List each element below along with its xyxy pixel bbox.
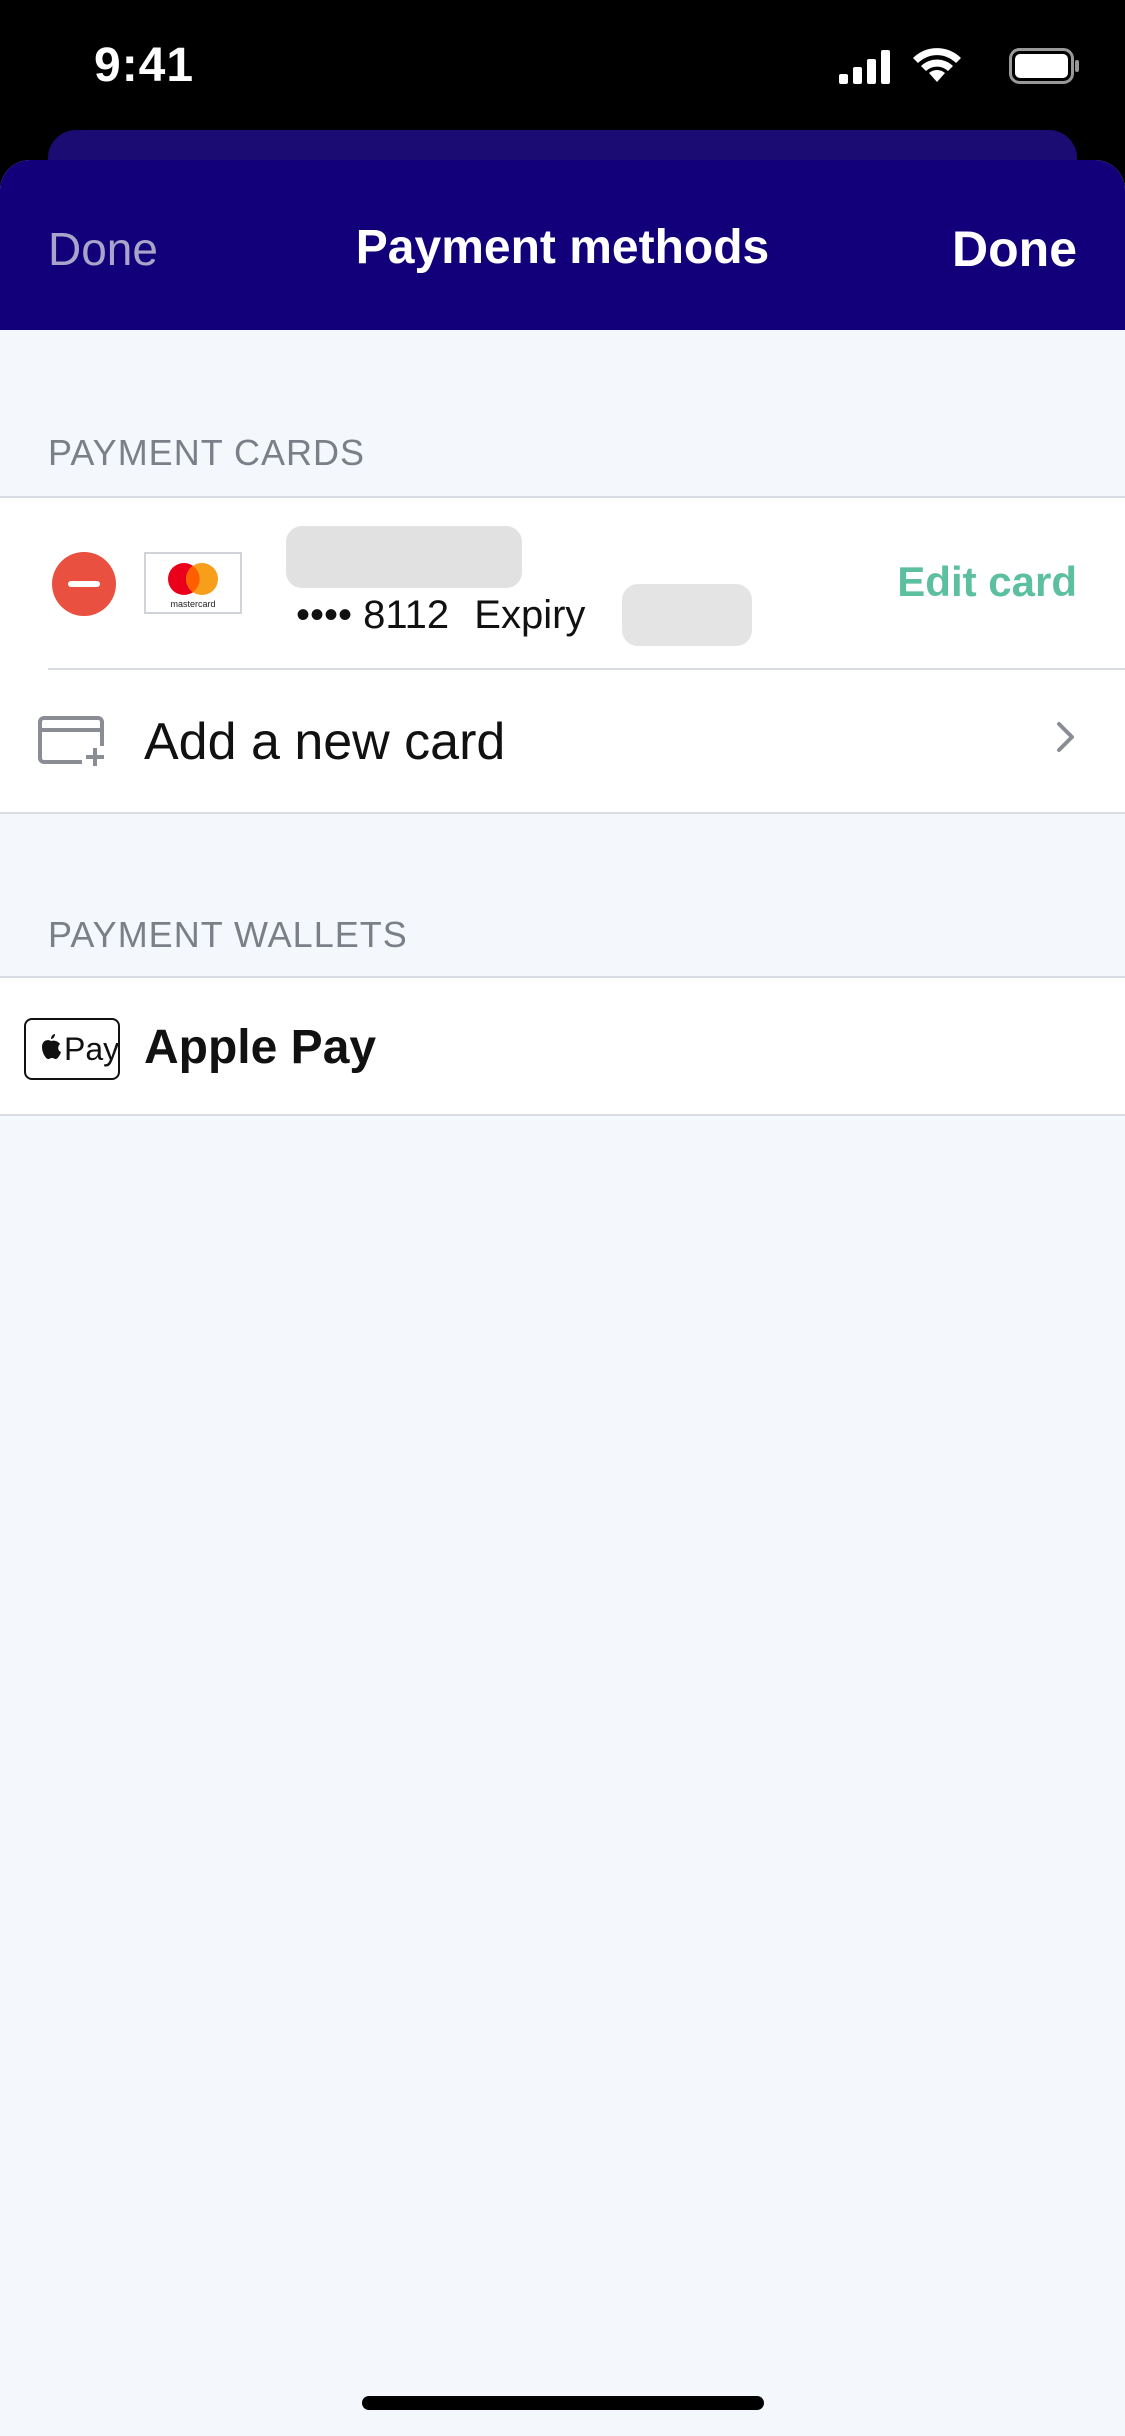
- mastercard-wordmark: mastercard: [170, 599, 215, 609]
- apple-pay-badge-text: Pay: [64, 1031, 120, 1067]
- battery-icon: [1009, 48, 1079, 84]
- add-new-card-label: Add a new card: [144, 713, 506, 771]
- home-indicator[interactable]: [362, 2396, 764, 2410]
- card-number: •••• 8112: [296, 593, 450, 637]
- mastercard-logo-icon: mastercard: [144, 552, 242, 614]
- expiry-label: Expiry: [474, 593, 586, 637]
- chevron-right-icon: [1057, 722, 1074, 752]
- add-new-card-row[interactable]: Add a new card: [0, 668, 1125, 810]
- remove-card-button[interactable]: [52, 552, 116, 616]
- payment-methods-sheet: Done Payment methods Done PAYMENT CARDS …: [0, 160, 1125, 2436]
- status-icons: [781, 46, 1081, 94]
- card-number-line: •••• 8112 Expiry: [296, 593, 585, 638]
- section-header-payment-wallets: PAYMENT WALLETS: [48, 914, 408, 955]
- card-row: mastercard •••• 8112 Expiry Edit card: [0, 498, 1125, 668]
- cellular-signal-icon: [839, 50, 890, 84]
- apple-pay-badge-icon: Pay: [24, 1018, 120, 1080]
- nav-bar: Done Payment methods Done: [0, 160, 1125, 330]
- section-header-payment-cards: PAYMENT CARDS: [48, 432, 366, 473]
- wifi-icon: [913, 48, 961, 82]
- apple-pay-label: Apple Pay: [144, 1021, 377, 1074]
- status-time: 9:41: [94, 39, 195, 92]
- apple-pay-row[interactable]: Pay Apple Pay: [0, 978, 1125, 1114]
- redacted-cardholder-name: [286, 526, 522, 588]
- done-button[interactable]: Done: [952, 220, 1077, 278]
- payment-wallets-group: Pay Apple Pay: [0, 976, 1125, 1116]
- edit-card-button[interactable]: Edit card: [897, 558, 1077, 606]
- apple-logo-icon: [42, 1034, 61, 1059]
- add-card-icon: [38, 716, 108, 768]
- payment-cards-group: mastercard •••• 8112 Expiry Edit card Ad…: [0, 496, 1125, 814]
- mastercard-circles-icon: mastercard: [168, 563, 218, 609]
- redacted-expiry-date: [622, 584, 752, 646]
